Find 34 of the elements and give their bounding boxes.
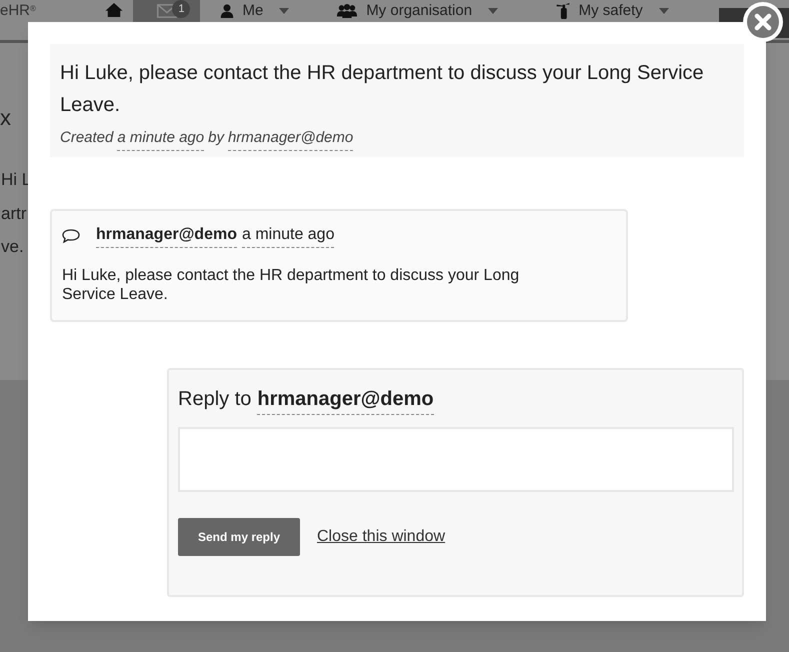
nav-label: My organisation [366, 2, 472, 20]
created-label: Created [60, 128, 114, 148]
send-reply-button[interactable]: Send my reply [178, 518, 300, 556]
person-icon [220, 4, 234, 18]
close-window-link[interactable]: Close this window [317, 525, 446, 549]
nav-menu[interactable]: My safety [554, 1, 720, 21]
group-icon [336, 4, 358, 18]
background-text: artr [0, 202, 26, 224]
comment-time: a minute ago [242, 223, 334, 248]
by-label: by [208, 128, 224, 148]
created-time: a minute ago [117, 127, 204, 150]
comment-text: Hi Luke, please contact the HR department to discuss your Long Service Leave. [62, 266, 520, 304]
home-icon [105, 3, 124, 17]
nav-label: My safety [578, 2, 643, 20]
fire-extinguisher-icon [554, 3, 571, 19]
panel-heading: x [0, 105, 11, 131]
author-link[interactable]: hrmanager@demo [228, 127, 354, 150]
close-icon [747, 6, 779, 38]
caret-icon [279, 8, 290, 14]
caret-icon [658, 8, 669, 14]
reply-author[interactable]: hrmanager@demo [257, 384, 434, 415]
caret-icon [488, 8, 498, 14]
reply-field[interactable] [178, 427, 734, 492]
comment-author[interactable]: hrmanager@demo [96, 223, 237, 248]
reply-label: Reply to [178, 387, 252, 412]
nav-menu[interactable]: My organisation [336, 1, 555, 21]
nav-menu[interactable]: Me [220, 1, 336, 21]
unread-badge: 1 [172, 0, 190, 18]
envelope-icon [156, 4, 177, 18]
logo: eHR$^{®}$ [0, 2, 37, 20]
note-text: Hi Luke, please contact the HR department to discuss your Long Service Leave. [60, 61, 705, 118]
speech-bubble-icon [62, 228, 80, 242]
background-text: ve. [0, 236, 24, 258]
nav-label: Me [242, 2, 264, 20]
